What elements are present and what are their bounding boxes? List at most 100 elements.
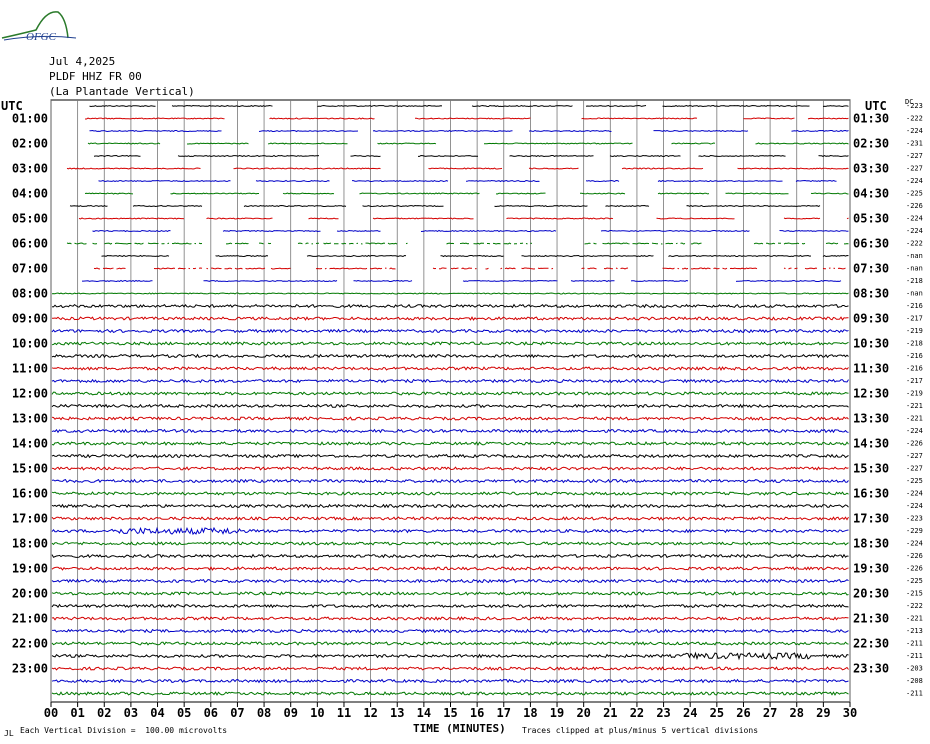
dc-offset-label: -224 — [906, 502, 923, 510]
right-hour-label: 11:30 — [853, 362, 889, 376]
dc-offset-label: -226 — [906, 440, 923, 448]
dc-offset-label: -nan — [906, 290, 923, 298]
x-tick-label: 29 — [816, 706, 830, 720]
left-hour-label: 20:00 — [12, 587, 48, 601]
dc-offset-label: -208 — [906, 677, 923, 685]
x-tick-label: 05 — [177, 706, 191, 720]
x-tick-label: 01 — [70, 706, 84, 720]
right-hour-label: 14:30 — [853, 437, 889, 451]
x-tick-label: 03 — [124, 706, 138, 720]
x-tick-label: 07 — [230, 706, 244, 720]
trace-row — [87, 142, 849, 145]
trace-row — [66, 167, 849, 170]
right-hour-label: 13:30 — [853, 412, 889, 426]
dc-offset-label: -222 — [906, 115, 923, 123]
x-tick-label: 02 — [97, 706, 111, 720]
x-tick-label: 00 — [44, 706, 58, 720]
x-tick-label: 20 — [576, 706, 590, 720]
right-hour-label: 07:30 — [853, 262, 889, 276]
dc-offset-label: -216 — [906, 365, 923, 373]
dc-offset-label: -213 — [906, 627, 923, 635]
trace-row — [98, 179, 837, 183]
dc-offset-label: -nan — [906, 265, 923, 273]
dc-offset-label: -226 — [906, 565, 923, 573]
x-tick-label: 24 — [683, 706, 697, 720]
dc-offset-label: -217 — [906, 377, 923, 385]
dc-offset-label: -226 — [906, 202, 923, 210]
dc-offset-label: -211 — [906, 652, 923, 660]
dc-offset-label: -227 — [906, 465, 923, 473]
left-hour-label: 14:00 — [12, 437, 48, 451]
left-hour-label: 13:00 — [12, 412, 48, 426]
x-tick-label: 22 — [630, 706, 644, 720]
dc-offset-label: -224 — [906, 490, 923, 498]
left-hour-label: 23:00 — [12, 662, 48, 676]
trace-row — [89, 129, 849, 133]
left-hour-label: 16:00 — [12, 487, 48, 501]
trace-row — [78, 217, 849, 220]
right-hour-label: 22:30 — [853, 637, 889, 651]
dc-offset-label: -211 — [906, 640, 923, 648]
dc-offset-label: -224 — [906, 227, 923, 235]
dc-offset-label: -229 — [906, 527, 923, 535]
right-hour-label: 19:30 — [853, 562, 889, 576]
dc-offset-label: -227 — [906, 452, 923, 460]
right-hour-label: 17:30 — [853, 512, 889, 526]
right-hour-label: 20:30 — [853, 587, 889, 601]
trace-row — [89, 104, 849, 108]
right-hour-label: 02:30 — [853, 137, 889, 151]
x-tick-label: 09 — [283, 706, 297, 720]
left-hour-label: 01:00 — [12, 112, 48, 126]
x-tick-label: 28 — [790, 706, 804, 720]
trace-row — [101, 254, 849, 258]
left-hour-label: 21:00 — [12, 612, 48, 626]
dc-offset-label: -224 — [906, 177, 923, 185]
x-axis-title: TIME (MINUTES) — [413, 722, 506, 735]
trace-row — [51, 292, 849, 295]
trace-row — [69, 204, 821, 208]
left-hour-label: 15:00 — [12, 462, 48, 476]
dc-offset-label: -219 — [906, 327, 923, 335]
left-hour-label: 02:00 — [12, 137, 48, 151]
right-hour-label: 21:30 — [853, 612, 889, 626]
dc-offset-label: -218 — [906, 277, 923, 285]
trace-row — [94, 268, 849, 269]
x-tick-label: 18 — [523, 706, 537, 720]
dc-offset-label: -221 — [906, 415, 923, 423]
dc-offset-label: -225 — [906, 477, 923, 485]
left-hour-label: 08:00 — [12, 287, 48, 301]
left-hour-label: 18:00 — [12, 537, 48, 551]
x-tick-label: 17 — [497, 706, 511, 720]
right-hour-label: 01:30 — [853, 112, 889, 126]
left-hour-label: 05:00 — [12, 212, 48, 226]
x-tick-label: 30 — [843, 706, 857, 720]
dc-offset-label: -231 — [906, 140, 923, 148]
footer-mark: JL — [4, 729, 14, 738]
x-tick-label: 23 — [656, 706, 670, 720]
right-hour-label: 18:30 — [853, 537, 889, 551]
trace-row — [93, 154, 849, 158]
right-hour-label: 08:30 — [853, 287, 889, 301]
dc-offset-label: -216 — [906, 352, 923, 360]
x-tick-label: 04 — [150, 706, 164, 720]
dc-offset-label: -203 — [906, 665, 923, 673]
dc-offset-label: -227 — [906, 152, 923, 160]
dc-offset-label: -227 — [906, 165, 923, 173]
x-tick-label: 25 — [710, 706, 724, 720]
x-tick-label: 15 — [443, 706, 457, 720]
right-hour-label: 09:30 — [853, 312, 889, 326]
left-hour-label: 06:00 — [12, 237, 48, 251]
trace-row — [82, 279, 842, 283]
x-tick-label: 14 — [417, 706, 431, 720]
trace-row — [85, 117, 849, 120]
left-hour-label: 11:00 — [12, 362, 48, 376]
x-tick-label: 16 — [470, 706, 484, 720]
x-tick-label: 21 — [603, 706, 617, 720]
helicorder-plot: 00 01 02 03 04 05 06 07 08 09 10 11 12 13 14 15 16 17 18 19… — [12, 99, 923, 720]
dc-offset-label: -nan — [906, 252, 923, 260]
right-hour-label: 03:30 — [853, 162, 889, 176]
left-hour-label: 03:00 — [12, 162, 48, 176]
right-hour-label: 23:30 — [853, 662, 889, 676]
dc-offset-label: -222 — [906, 602, 923, 610]
x-tick-label: 13 — [390, 706, 404, 720]
